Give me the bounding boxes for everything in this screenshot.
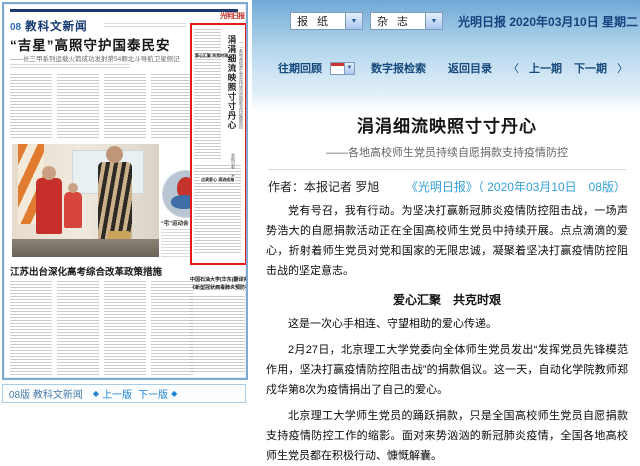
highlight-inner-heading: 点滴爱心 涓流成海 [200,177,235,183]
toolbar: 往期回顾 ▼ 数字报检索 返回目录 〈 上一期 下一期 〉 [278,58,632,78]
next-page-label: 下一版 [138,386,168,401]
third-headline: 中国石油大学(华东)翻译完成 《新型冠状病毒肺炎预防手册》 [190,276,248,292]
article-paragraph: 这是一次心手相连、守望相助的爱心传递。 [266,314,628,334]
page-footer: 08版 教科文新闻 ◆ 上一版 下一版 ◆ [2,384,246,403]
section-heading: 爱心汇聚 共克时艰 [266,291,628,308]
masthead-logo: 光明日报 [220,11,244,21]
prev-diamond-icon: ◆ [93,389,99,398]
magazine-value: 杂 志 [371,13,425,29]
top-bar: 报 纸 ▼ 杂 志 ▼ 光明日报 2020年03月10日 星期二 [290,11,638,31]
highlight-inner-heading: 爱心汇聚 共克时艰 [195,53,228,59]
text-column [151,74,193,140]
page-header: 08 教科文新闻 [10,18,88,32]
third-headline-line1: 中国石油大学(华东)翻译完成 [190,276,248,284]
issue-date-picker[interactable]: ▼ [330,62,355,75]
digital-search-link[interactable]: 数字报检索 [371,60,426,76]
footer-page-label: 08版 教科文新闻 [9,386,83,401]
text-column [104,74,146,140]
next-page-link[interactable]: 下一版 ◆ [138,386,177,401]
article-paragraph: 党有号召，我有行动。为坚决打赢新冠肺炎疫情防控阻击战，一场声势浩大的自愿捐款活动… [266,201,628,281]
article-body: 党有号召，我有行动。为坚决打赢新冠肺炎疫情防控阻击战，一场声势浩大的自愿捐款活动… [266,201,628,466]
main-headline: “吉星”高照守护国泰民安 [10,34,190,54]
page-number: 08 [10,22,21,33]
text-column [10,74,52,140]
prev-issue-link[interactable]: 上一期 [529,60,562,76]
vertical-article-subtitle: ——各地高校师生党员持续自愿捐款支持疫情防控 [238,39,244,185]
main-subheadline: ——长三甲系列运载火箭成功发射第54颗北斗导航卫星侧记 [10,53,190,63]
next-diamond-icon: ◆ [171,389,177,398]
photo-child-figure [36,178,62,234]
chevron-down-icon[interactable]: ▼ [345,62,355,75]
text-column [57,281,99,375]
photo-teacher-figure [98,162,132,240]
next-issue-link[interactable]: 下一期 [574,60,607,76]
chevron-down-icon[interactable]: ▼ [425,13,442,29]
article-view: 涓涓细流映照寸寸丹心 ——各地高校师生党员持续自愿捐款支持疫情防控 作者：本报记… [266,108,628,466]
text-column [194,29,221,159]
article-paragraph: 2月27日，北京理工大学党委向全体师生党员发出“发挥党员先锋模范作用，坚决打赢疫… [266,340,628,400]
photo-floor [12,239,159,257]
chevron-down-icon[interactable]: ▼ [345,13,362,29]
page-top-rule [10,9,238,12]
paper-type-value: 报 纸 [291,13,345,29]
next-arrow-icon: 〉 [617,60,628,76]
text-column [104,281,146,375]
second-headline: 江苏出台深化高考综合改革政策措施 [10,264,194,278]
newspaper-page-image[interactable]: 08 教科文新闻 光明日报 “吉星”高照守护国泰民安 ——长三甲系列运载火箭成功… [2,2,248,380]
reader-panel: 报 纸 ▼ 杂 志 ▼ 光明日报 2020年03月10日 星期二 往期回顾 ▼ … [252,0,640,405]
text-column [10,281,52,375]
back-to-toc-link[interactable]: 返回目录 [448,60,492,76]
past-issues-link[interactable]: 往期回顾 [278,60,322,76]
photo-child-figure [64,192,82,228]
article-highlight-box[interactable]: 爱心汇聚 共克时艰 涓涓细流映照寸寸丹心 ——各地高校师生党员持续自愿捐款支持疫… [190,23,247,265]
text-column [57,74,99,140]
prev-page-label: 上一版 [102,386,132,401]
article-paragraph: 北京理工大学师生党员的踊跃捐款，只是全国高校师生党员自愿捐款支持疫情防控工作的缩… [266,406,628,466]
third-headline-line2: 《新型冠状病毒肺炎预防手册》 [190,284,248,292]
news-photo [12,144,159,257]
article-source: 《光明日报》（ 2020年03月10日 08版） [406,178,626,195]
main-byline [10,64,130,68]
masthead-date: 光明日报 2020年03月10日 星期二 [458,13,638,30]
section-title: 教科文新闻 [25,18,88,34]
page-header-meta [104,23,186,27]
article-title: 涓涓细流映照寸寸丹心 [266,112,628,137]
text-column [151,281,193,375]
newspaper-page-panel: 08 教科文新闻 光明日报 “吉星”高照守护国泰民安 ——长三甲系列运载火箭成功… [0,0,252,405]
prev-arrow-icon: 〈 [508,60,519,76]
article-author: 作者：本报记者 罗旭 [268,178,379,195]
magazine-select[interactable]: 杂 志 ▼ [370,12,443,30]
article-subtitle: ——各地高校师生党员持续自愿捐款支持疫情防控 [266,144,628,160]
article-meta-row: 作者：本报记者 罗旭 《光明日报》（ 2020年03月10日 08版） [266,170,628,195]
prev-page-link[interactable]: ◆ 上一版 [93,386,132,401]
calendar-icon [330,62,345,75]
paper-type-select[interactable]: 报 纸 ▼ [290,12,363,30]
text-column [190,296,245,372]
